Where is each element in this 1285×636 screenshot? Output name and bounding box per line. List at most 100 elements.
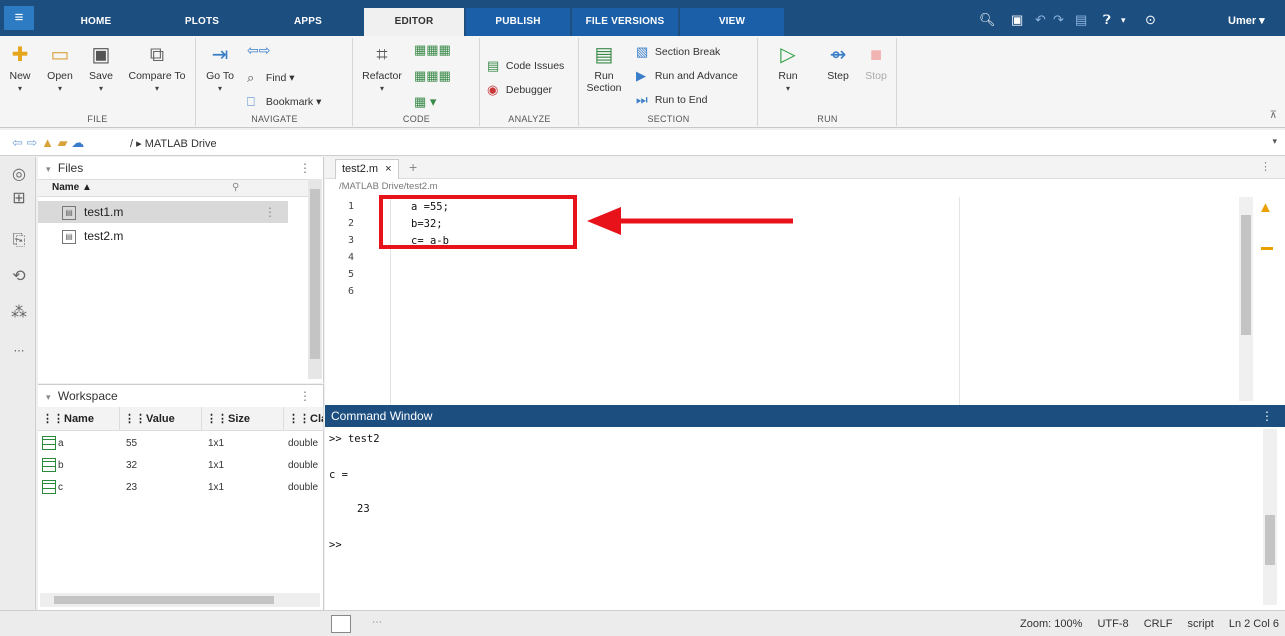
layout-icon[interactable]: ▤ — [1075, 12, 1087, 28]
current-folder-path[interactable]: / ▸ MATLAB Drive — [130, 137, 217, 150]
workspace-panel-icon[interactable]: ⊞ — [9, 189, 29, 209]
tab-view[interactable]: VIEW — [680, 8, 784, 36]
workspace-panel: ▾ Workspace ⋮ ⋮⋮Name ⋮⋮Value ⋮⋮Size ⋮⋮Cl… — [38, 384, 324, 610]
code-indent-icon[interactable]: ▦ ▾ — [414, 94, 436, 110]
code-issues-icon: ▤ — [487, 58, 500, 73]
code-issues-button[interactable]: ▤ Code Issues — [487, 58, 564, 74]
path-dropdown-chevron-icon[interactable]: ▾ — [1272, 136, 1277, 147]
command-scrollbar[interactable] — [1263, 429, 1277, 605]
tab-publish[interactable]: PUBLISH — [466, 8, 570, 36]
workspace-hscrollbar[interactable] — [40, 593, 320, 607]
command-window-menu-icon[interactable]: ⋮ — [1261, 405, 1273, 427]
tab-plots[interactable]: PLOTS — [166, 8, 238, 36]
collapse-chevron-icon[interactable]: ▾ — [46, 164, 51, 174]
community-icon[interactable]: ⁂ — [9, 303, 29, 323]
editor-scrollbar-thumb[interactable] — [1241, 215, 1251, 335]
more-icon[interactable]: ⋯ — [9, 341, 29, 361]
run-and-advance-button[interactable]: ▶ Run and Advance — [636, 68, 738, 84]
refactor-button[interactable]: ⌗ Refactor ▾ — [358, 44, 406, 93]
section-break-button[interactable]: ▧ Section Break — [636, 44, 720, 60]
forward-icon[interactable]: ⇨ — [27, 135, 38, 150]
close-icon[interactable]: × — [385, 163, 391, 175]
redo-icon[interactable]: ↷ — [1053, 12, 1064, 28]
warning-marker[interactable] — [1261, 247, 1273, 250]
table-row[interactable]: b 32 1x1 double — [38, 455, 324, 477]
undo-icon[interactable]: ↶ — [1035, 12, 1046, 28]
debugger-button[interactable]: ◉ Debugger — [487, 82, 552, 98]
run-section-button[interactable]: ▤ Run Section — [584, 44, 624, 94]
row-menu-icon[interactable]: ⋮ — [264, 201, 276, 223]
tab-file-versions[interactable]: FILE VERSIONS — [572, 8, 678, 36]
open-button[interactable]: ▭ Open ▾ — [42, 44, 78, 93]
table-row[interactable]: a 55 1x1 double — [38, 433, 324, 455]
command-window[interactable]: Command Window ⋮ >> test2 c = 23 >> — [325, 405, 1285, 610]
back-forward-icon[interactable]: ⇦⇨ — [247, 42, 270, 59]
search-icon[interactable]: 🔍︎ — [979, 12, 996, 28]
new-tab-plus-icon[interactable]: + — [409, 159, 417, 175]
files-scrollbar[interactable] — [308, 179, 322, 379]
collapse-chevron-icon[interactable]: ▾ — [46, 392, 51, 402]
files-column-header[interactable]: Name ▲ ⚲ — [38, 179, 308, 197]
analyze-group: ▤ Code Issues ◉ Debugger ANALYZE — [481, 38, 579, 126]
editor-scrollbar[interactable] — [1239, 197, 1253, 401]
list-item[interactable]: ▤ test1.m ⋮ — [38, 201, 288, 223]
back-icon[interactable]: ⇦ — [12, 135, 23, 150]
save-button[interactable]: ▣ Save ▾ — [86, 44, 116, 93]
column-options-icon[interactable]: ⚲ — [232, 180, 239, 196]
settings-icon[interactable]: ⊙ — [1145, 12, 1156, 28]
file-encoding[interactable]: UTF-8 — [1097, 618, 1128, 630]
bookmark-button[interactable]: ⎕ Bookmark ▾ — [247, 94, 321, 110]
column-header-value[interactable]: ⋮⋮Value — [120, 407, 202, 431]
workspace-hscrollbar-thumb[interactable] — [54, 596, 274, 604]
stop-button[interactable]: ■ Stop — [861, 44, 891, 82]
step-button[interactable]: ⇴ Step — [823, 44, 853, 82]
line-ending[interactable]: CRLF — [1144, 618, 1173, 630]
compare-icon: ⧉ — [149, 44, 165, 66]
add-ons-icon[interactable]: ⎘ — [9, 231, 29, 251]
column-header-size[interactable]: ⋮⋮Size — [202, 407, 284, 431]
files-scrollbar-thumb[interactable] — [310, 189, 320, 359]
workspace-panel-header[interactable]: ▾ Workspace ⋮ — [38, 385, 323, 407]
command-scrollbar-thumb[interactable] — [1265, 515, 1275, 565]
run-button[interactable]: ▷ Run ▾ — [773, 44, 803, 93]
browse-folder-icon[interactable]: ▰ — [58, 135, 68, 150]
run-to-end-button[interactable]: ⏭︎ Run to End — [636, 92, 707, 108]
column-header-name[interactable]: ⋮⋮Name — [38, 407, 120, 431]
code-format-icons[interactable]: ▦▦▦ — [414, 42, 451, 58]
history-icon[interactable]: ⟲ — [9, 267, 29, 287]
command-prompt[interactable]: >> — [329, 539, 342, 551]
file-type[interactable]: script — [1188, 618, 1214, 630]
code-comment-icons[interactable]: ▦▦▦ — [414, 68, 451, 84]
new-button[interactable]: ✚ New ▾ — [8, 44, 32, 93]
panel-menu-icon[interactable]: ⋮ — [299, 157, 311, 179]
cloud-icon[interactable]: ☁ — [71, 135, 84, 150]
up-folder-icon[interactable]: ▲ — [41, 135, 54, 150]
help-icon[interactable]: ❓︎ — [1103, 12, 1111, 28]
cursor-position[interactable]: Ln 2 Col 6 — [1229, 618, 1279, 630]
help-chevron-down-icon[interactable]: ▾ — [1121, 15, 1126, 26]
zoom-level[interactable]: Zoom: 100% — [1020, 618, 1082, 630]
list-item[interactable]: ▤ test2.m — [38, 225, 288, 247]
panel-menu-icon[interactable]: ⋮ — [299, 385, 311, 407]
address-bar: ⇦ ⇨ ▲ ▰ ☁ / ▸ MATLAB Drive ▾ — [0, 130, 1285, 156]
tab-home[interactable]: HOME — [62, 8, 130, 36]
status-square-icon[interactable] — [331, 615, 351, 633]
table-row[interactable]: c 23 1x1 double — [38, 477, 324, 499]
collapse-toolstrip-icon[interactable]: ⊼ — [1270, 110, 1277, 121]
tab-apps[interactable]: APPS — [272, 8, 344, 36]
tab-editor[interactable]: EDITOR — [364, 8, 464, 36]
find-button[interactable]: ⌕ Find ▾ — [247, 70, 295, 86]
command-output: c = — [329, 469, 348, 481]
save-icon[interactable]: ▣ — [1011, 12, 1023, 28]
status-more-icon[interactable]: ⋯ — [372, 617, 382, 628]
column-header-class[interactable]: ⋮⋮Class — [284, 407, 324, 431]
editor-menu-icon[interactable]: ⋮ — [1260, 160, 1271, 173]
warning-icon[interactable]: ▲ — [1258, 199, 1273, 216]
editor-tab-test2[interactable]: test2.m × — [335, 159, 399, 179]
user-menu[interactable]: Umer ▾ — [1228, 14, 1265, 27]
files-panel-icon[interactable]: ◎ — [9, 165, 29, 185]
files-panel-header[interactable]: ▾ Files ⋮ — [38, 157, 323, 179]
compare-button[interactable]: ⧉ Compare To ▾ — [124, 44, 190, 93]
hamburger-icon[interactable]: ≡ — [4, 6, 34, 30]
goto-button[interactable]: ⇥ Go To ▾ — [203, 44, 237, 93]
